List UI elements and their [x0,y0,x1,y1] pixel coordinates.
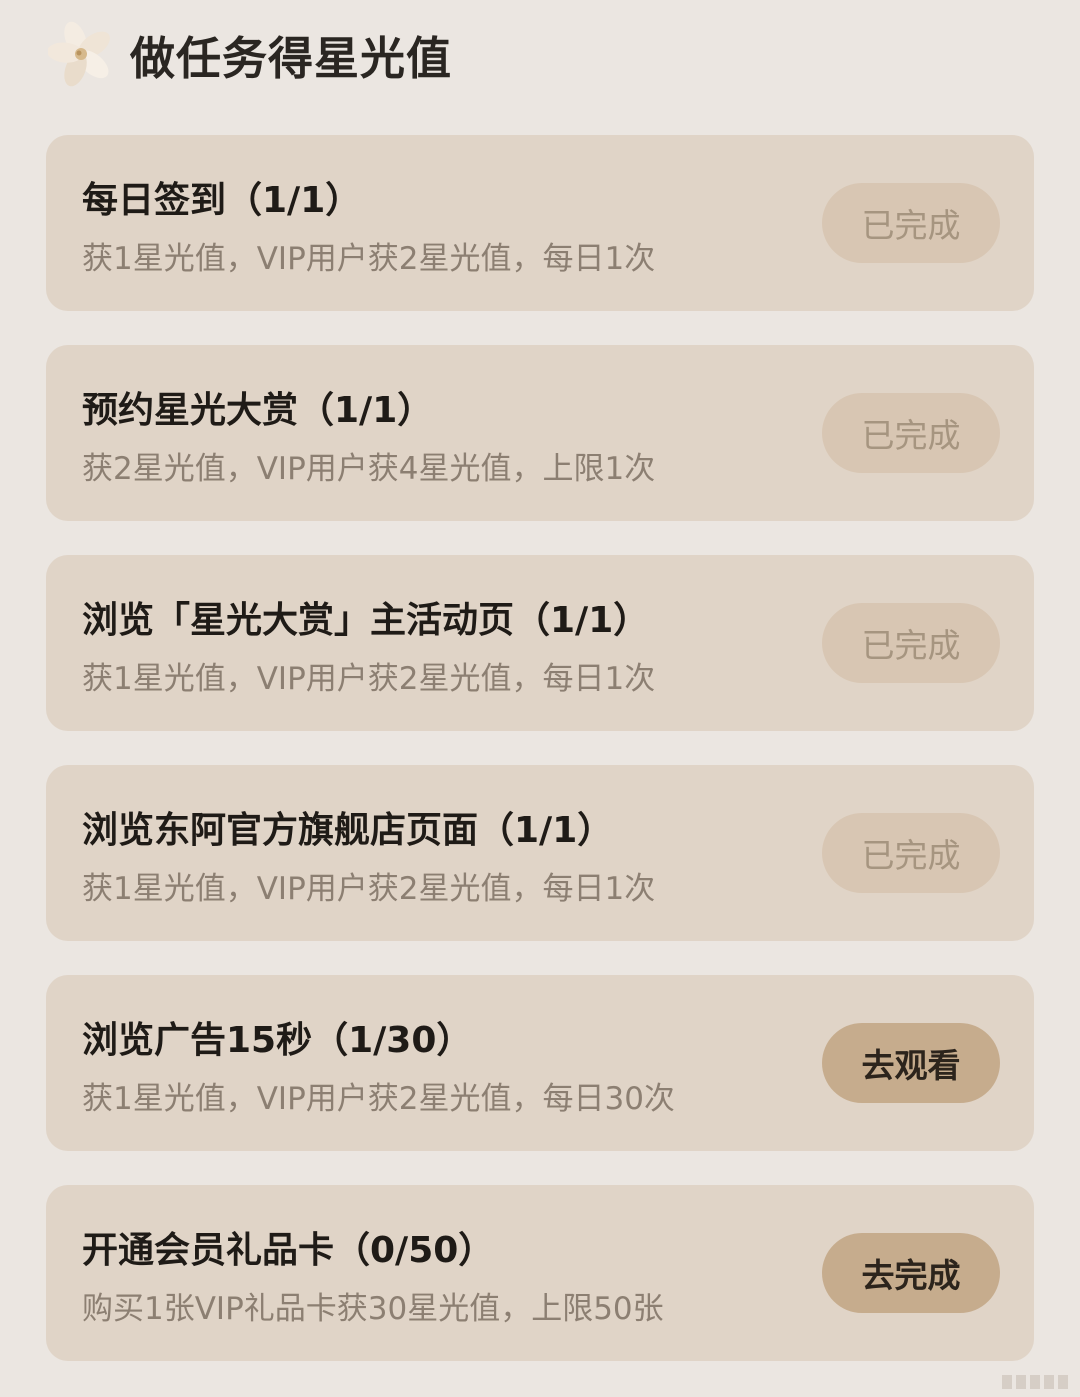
task-title: 浏览「星光大赏」主活动页（1/1） [82,600,650,641]
task-description: 获2星光值，VIP用户获4星光值，上限1次 [82,451,656,487]
task-description: 获1星光值，VIP用户获2星光值，每日30次 [82,1081,675,1117]
task-card-daily-checkin: 每日签到（1/1） 获1星光值，VIP用户获2星光值，每日1次 已完成 [46,135,1034,311]
task-card-gift-card: 开通会员礼品卡（0/50） 购买1张VIP礼品卡获30星光值，上限50张 去完成 [46,1185,1034,1361]
task-description: 获1星光值，VIP用户获2星光值，每日1次 [82,661,656,697]
task-description: 购买1张VIP礼品卡获30星光值，上限50张 [82,1291,664,1327]
watermark [1002,1375,1068,1389]
task-title: 开通会员礼品卡（0/50） [82,1230,495,1271]
page-title: 做任务得星光值 [130,31,453,85]
task-title: 浏览东阿官方旗舰店页面（1/1） [82,810,614,851]
task-completed-button[interactable]: 已完成 [822,813,1000,893]
task-title: 浏览广告15秒（1/30） [82,1020,473,1061]
task-completed-button[interactable]: 已完成 [822,183,1000,263]
task-card-browse-store: 浏览东阿官方旗舰店页面（1/1） 获1星光值，VIP用户获2星光值，每日1次 已… [46,765,1034,941]
task-list: 每日签到（1/1） 获1星光值，VIP用户获2星光值，每日1次 已完成 预约星光… [46,135,1034,1395]
task-description: 获1星光值，VIP用户获2星光值，每日1次 [82,241,656,277]
task-card-browse-main-page: 浏览「星光大赏」主活动页（1/1） 获1星光值，VIP用户获2星光值，每日1次 … [46,555,1034,731]
task-title: 预约星光大赏（1/1） [82,390,434,431]
section-header: 做任务得星光值 [48,18,452,90]
task-description: 获1星光值，VIP用户获2星光值，每日1次 [82,871,656,907]
watch-ad-button[interactable]: 去观看 [822,1023,1000,1103]
task-card-reserve-event: 预约星光大赏（1/1） 获2星光值，VIP用户获4星光值，上限1次 已完成 [46,345,1034,521]
task-completed-button[interactable]: 已完成 [822,603,1000,683]
task-completed-button[interactable]: 已完成 [822,393,1000,473]
task-card-watch-ad: 浏览广告15秒（1/30） 获1星光值，VIP用户获2星光值，每日30次 去观看 [46,975,1034,1151]
task-title: 每日签到（1/1） [82,180,362,221]
flower-icon [48,21,110,87]
complete-task-button[interactable]: 去完成 [822,1233,1000,1313]
